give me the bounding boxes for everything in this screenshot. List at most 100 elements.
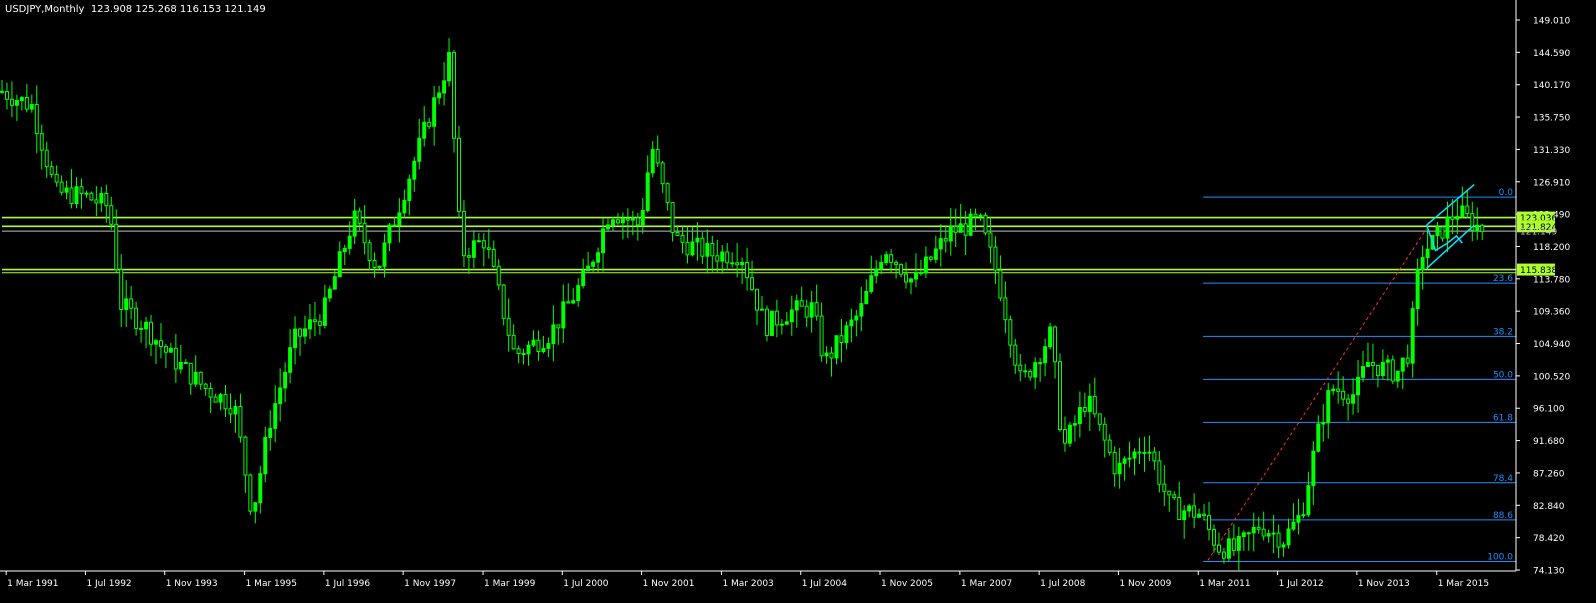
candle-body-64 [317, 321, 322, 326]
candle-body-203 [1008, 319, 1013, 346]
candle-body-7 [34, 103, 39, 135]
candle-body-13 [64, 187, 69, 193]
candle-body-43 [213, 396, 218, 403]
y-tick-label-17: 74.130 [1533, 567, 1565, 577]
candle-body-209 [1038, 362, 1043, 365]
candle-body-27 [134, 307, 139, 329]
candle-body-222 [1102, 423, 1107, 441]
candle-body-74 [367, 242, 372, 262]
candle-body-2 [9, 98, 14, 106]
candle-body-251 [1246, 532, 1251, 535]
candle-body-0 [0, 90, 4, 93]
price-tag-label-3: 115.838 [1520, 266, 1557, 276]
price-chart[interactable]: 0.0 23.6 38.2 50.0 61.8 78.4 88.6 100.0 149.010… [0, 0, 1596, 603]
candle-body-70 [347, 235, 352, 249]
candle-body-151 [750, 277, 755, 290]
candle-body-9 [44, 149, 49, 168]
candle-body-224 [1112, 451, 1117, 475]
candle-body-196 [973, 213, 978, 218]
candle-body-22 [109, 205, 114, 225]
candle-body-106 [526, 344, 531, 355]
candle-body-112 [556, 324, 561, 329]
fib-label-3: 50.0 [1493, 370, 1513, 380]
candle-body-19 [94, 199, 99, 204]
candle-body-35 [173, 347, 178, 370]
y-tick-label-13: 91.680 [1533, 437, 1565, 447]
fib-label-2: 38.2 [1493, 327, 1513, 337]
y-tick-label-2: 140.170 [1533, 81, 1570, 91]
candle-body-242 [1202, 513, 1207, 517]
candle-body-163 [809, 302, 814, 318]
candle-body-119 [591, 261, 596, 267]
candle-body-253 [1256, 526, 1261, 530]
candle-body-75 [372, 260, 377, 268]
candle-body-191 [948, 225, 953, 242]
candle-body-146 [725, 251, 730, 264]
candle-body-123 [610, 219, 615, 226]
candle-body-91 [452, 52, 457, 139]
candle-body-286 [1420, 257, 1425, 270]
candle-body-176 [874, 268, 879, 277]
candle-body-61 [303, 328, 307, 337]
candle-body-25 [124, 298, 129, 311]
candle-body-249 [1236, 536, 1241, 551]
candle-body-107 [531, 339, 536, 346]
candle-body-66 [327, 288, 332, 299]
candle-body-174 [864, 290, 869, 305]
x-tick-label-3: 1 Mar 1995 [246, 579, 297, 589]
candle-body-297 [1475, 224, 1480, 231]
candle-body-159 [789, 309, 794, 323]
candle-body-195 [968, 213, 973, 236]
x-tick-label-8: 1 Nov 2001 [643, 579, 695, 589]
candle-body-46 [228, 408, 233, 415]
candle-body-179 [889, 254, 894, 263]
candle-body-45 [223, 394, 228, 410]
candle-body-258 [1281, 544, 1286, 548]
candle-body-160 [794, 300, 799, 311]
candle-body-50 [248, 474, 253, 512]
candle-body-199 [988, 232, 993, 248]
y-tick-label-8: 113.780 [1533, 275, 1570, 285]
candle-body-194 [963, 223, 968, 236]
candle-body-137 [680, 234, 685, 243]
candle-body-272 [1351, 394, 1356, 404]
candle-body-143 [710, 243, 715, 257]
candle-body-145 [720, 251, 725, 262]
candle-body-244 [1212, 528, 1216, 546]
candle-body-241 [1197, 513, 1202, 518]
candle-body-121 [601, 228, 606, 254]
candle-body-90 [447, 52, 452, 82]
candle-body-77 [382, 242, 387, 267]
candle-body-122 [606, 224, 610, 230]
candle-body-282 [1400, 357, 1405, 372]
candle-body-265 [1316, 423, 1321, 452]
candle-body-37 [183, 361, 188, 364]
candle-body-158 [784, 321, 789, 325]
candle-body-65 [322, 297, 327, 326]
candle-body-175 [869, 275, 874, 292]
candle-body-291 [1445, 216, 1450, 239]
candle-body-247 [1226, 538, 1231, 559]
candle-body-198 [983, 214, 988, 234]
y-tick-label-5: 126.910 [1533, 178, 1570, 188]
candle-body-169 [839, 335, 844, 343]
candle-body-269 [1336, 388, 1341, 392]
candle-body-223 [1107, 439, 1112, 453]
candle-body-52 [258, 473, 263, 504]
x-tick-label-2: 1 Nov 1993 [166, 579, 218, 589]
candle-body-58 [288, 347, 293, 373]
candle-body-139 [690, 241, 695, 256]
candle-body-117 [581, 270, 586, 287]
candle-body-135 [670, 202, 675, 233]
candle-body-93 [461, 210, 466, 257]
candle-body-270 [1341, 390, 1346, 400]
y-tick-label-14: 87.260 [1533, 469, 1565, 479]
candle-body-17 [84, 192, 89, 195]
candle-body-210 [1043, 346, 1048, 364]
candle-body-165 [819, 315, 824, 357]
candle-body-89 [442, 80, 447, 94]
x-tick-label-11: 1 Nov 2005 [881, 579, 933, 589]
candle-body-294 [1460, 205, 1465, 218]
candle-body-215 [1067, 424, 1072, 444]
candle-body-153 [759, 308, 764, 311]
